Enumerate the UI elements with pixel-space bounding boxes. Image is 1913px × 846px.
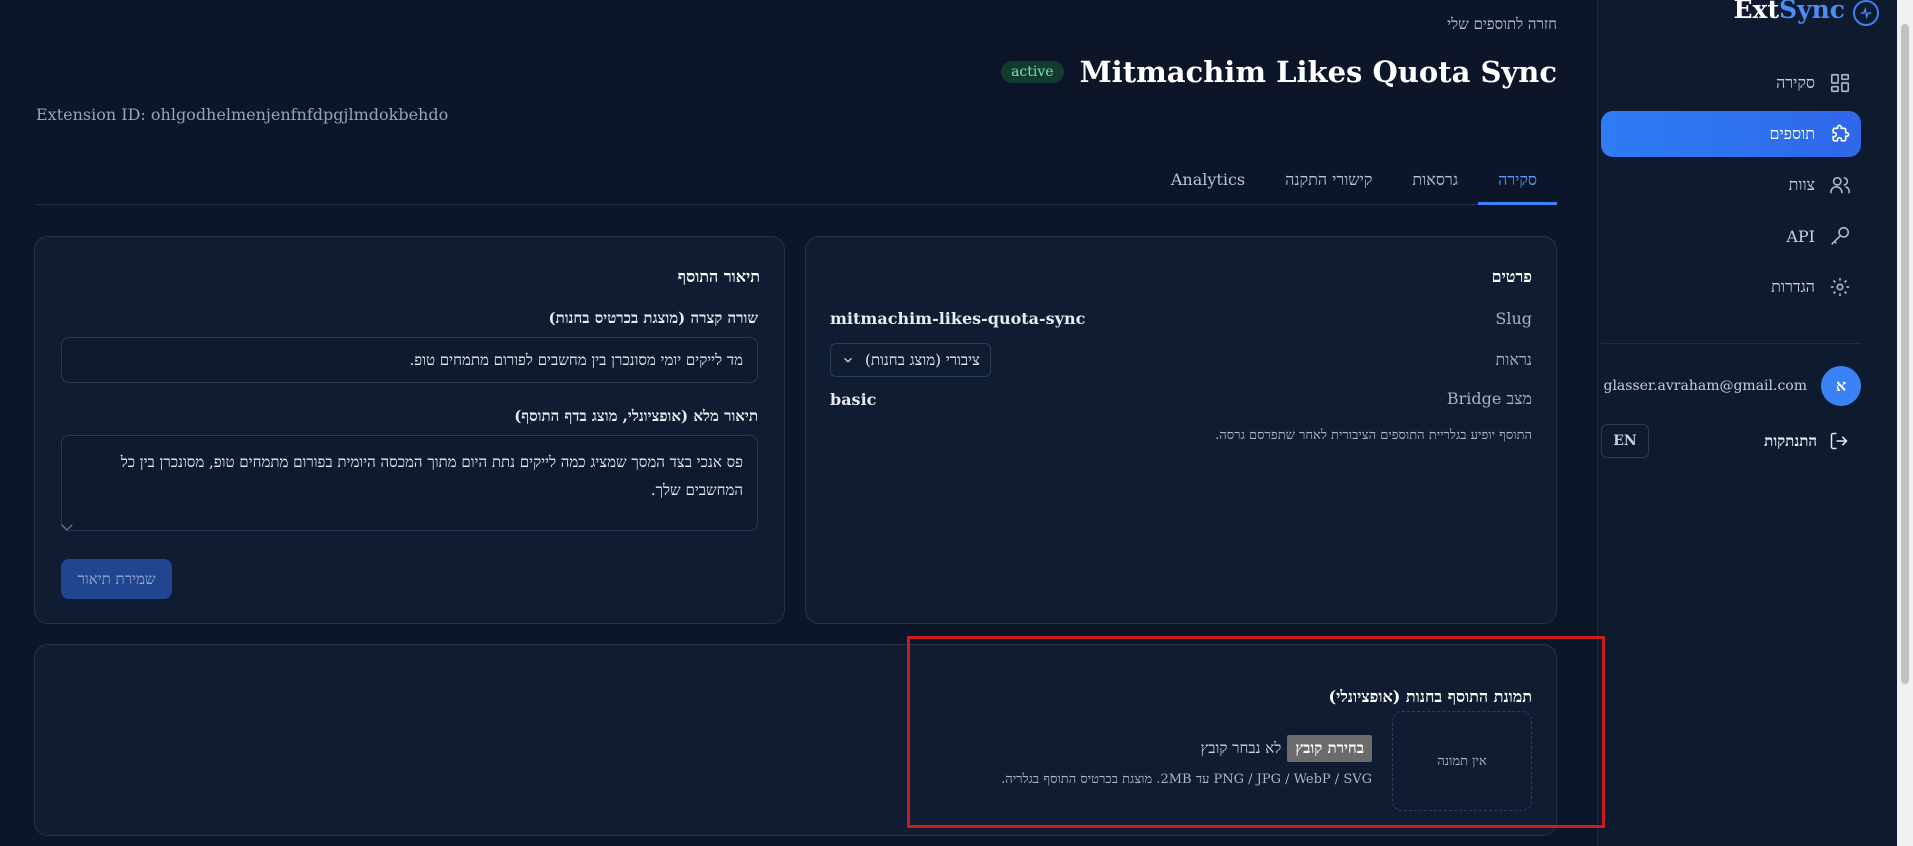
- short-description-input[interactable]: [61, 337, 758, 383]
- title-row: Mitmachim Likes Quota Sync active: [1001, 55, 1557, 89]
- extension-id: Extension ID: ohlgodhelmenjenfnfdpgjlmdo…: [36, 105, 449, 124]
- chevron-down-icon: [844, 357, 852, 363]
- key-icon: [1831, 226, 1850, 245]
- visibility-row: נראות ציבורי (מוצג בחנות): [830, 343, 1532, 377]
- sidebar-item-overview[interactable]: סקירה: [1601, 60, 1861, 106]
- dashboard-icon: [1830, 73, 1850, 93]
- sidebar-item-settings[interactable]: הגדרות: [1601, 264, 1861, 310]
- choose-file-button[interactable]: בחירת קובץ: [1287, 735, 1372, 762]
- details-title: פרטים: [1491, 267, 1532, 286]
- logout-icon: [1830, 432, 1848, 450]
- logout-button[interactable]: התנתקות: [1764, 431, 1861, 451]
- visibility-select[interactable]: ציבורי (מוצג בחנות): [830, 343, 991, 377]
- full-description-label: תיאור מלא (אופציונלי, מוצג בדף התוסף): [514, 407, 758, 425]
- store-image-card: תמונת התוסף בחנות (אופציונלי) אין תמונה …: [34, 644, 1557, 836]
- sidebar-item-api[interactable]: API: [1601, 213, 1861, 259]
- bridge-row: מצב Bridge basic: [830, 389, 1532, 409]
- description-card: תיאור התוסף שורה קצרה (מוצגת בכרטיס בחנו…: [34, 236, 785, 624]
- avatar: א: [1821, 366, 1861, 406]
- slug-label: Slug: [1495, 309, 1532, 328]
- logout-row: התנתקות EN: [1601, 424, 1861, 458]
- logout-label: התנתקות: [1764, 431, 1817, 450]
- sidebar-item-label: תוספים: [1769, 124, 1815, 143]
- file-input: בחירת קובץ לא נבחר קובץ: [1200, 735, 1372, 762]
- bridge-label: מצב Bridge: [1446, 389, 1532, 408]
- image-placeholder: אין תמונה: [1392, 711, 1532, 811]
- tab-install-links[interactable]: קישורי התקנה: [1265, 160, 1392, 205]
- puzzle-icon: [1832, 124, 1850, 142]
- tab-overview[interactable]: סקירה: [1478, 160, 1557, 205]
- sidebar-nav: סקירה תוספים צוות API הגדרות: [1601, 60, 1861, 315]
- short-description-label: שורה קצרה (מוצגת בכרטיס בחנות): [548, 309, 758, 327]
- user-profile[interactable]: א glasser.avraham@gmail.com: [1601, 366, 1861, 406]
- slug-value: mitmachim-likes-quota-sync: [830, 309, 1086, 328]
- back-to-extensions-link[interactable]: חזרה לתוספים שלי: [1447, 15, 1557, 34]
- sidebar-item-team[interactable]: צוות: [1601, 162, 1861, 208]
- scrollbar-thumb[interactable]: [1901, 24, 1909, 684]
- sidebar: ExtSync סקירה תוספים צוות API הגדרות א g…: [1597, 0, 1897, 846]
- slug-row: Slug mitmachim-likes-quota-sync: [830, 309, 1532, 328]
- brand[interactable]: ExtSync: [1733, 0, 1879, 26]
- gear-icon: [1830, 277, 1850, 297]
- page-scrollbar[interactable]: [1897, 0, 1913, 846]
- user-email: glasser.avraham@gmail.com: [1603, 378, 1807, 394]
- file-requirements-note: PNG / JPG / WebP / SVG עד 2MB. מוצגת בכר…: [1001, 772, 1372, 787]
- bridge-value: basic: [830, 389, 877, 409]
- save-description-button[interactable]: שמירת תיאור: [61, 559, 172, 599]
- sidebar-item-label: הגדרות: [1771, 277, 1815, 296]
- extsync-logo-icon: [1853, 0, 1879, 26]
- sidebar-item-label: API: [1786, 226, 1815, 246]
- store-image-title: תמונת התוסף בחנות (אופציונלי): [1328, 687, 1532, 706]
- sidebar-item-label: סקירה: [1776, 73, 1815, 92]
- tab-analytics[interactable]: Analytics: [1151, 160, 1265, 205]
- visibility-note: התוסף יופיע בגלריית התוספים הציבורית לאח…: [1215, 428, 1532, 443]
- page-title: Mitmachim Likes Quota Sync: [1079, 55, 1557, 89]
- visibility-selected-value: ציבורי (מוצג בחנות): [865, 350, 980, 369]
- sidebar-item-label: צוות: [1788, 175, 1815, 194]
- description-title: תיאור התוסף: [677, 267, 760, 286]
- brand-name: ExtSync: [1733, 0, 1846, 24]
- full-description-textarea[interactable]: פס אנכי בצד המסך שמציג כמה לייקים נתת הי…: [61, 435, 758, 531]
- users-icon: [1830, 176, 1850, 194]
- visibility-label: נראות: [1495, 350, 1532, 369]
- status-badge: active: [1001, 61, 1064, 83]
- no-file-selected-text: לא נבחר קובץ: [1200, 739, 1282, 757]
- language-toggle-button[interactable]: EN: [1601, 424, 1649, 458]
- details-card: פרטים Slug mitmachim-likes-quota-sync נר…: [805, 236, 1557, 624]
- tab-versions[interactable]: גרסאות: [1392, 160, 1478, 205]
- sidebar-item-extensions[interactable]: תוספים: [1601, 111, 1861, 157]
- sidebar-divider: [1601, 343, 1861, 344]
- tab-bar: סקירה גרסאות קישורי התקנה Analytics: [36, 160, 1557, 205]
